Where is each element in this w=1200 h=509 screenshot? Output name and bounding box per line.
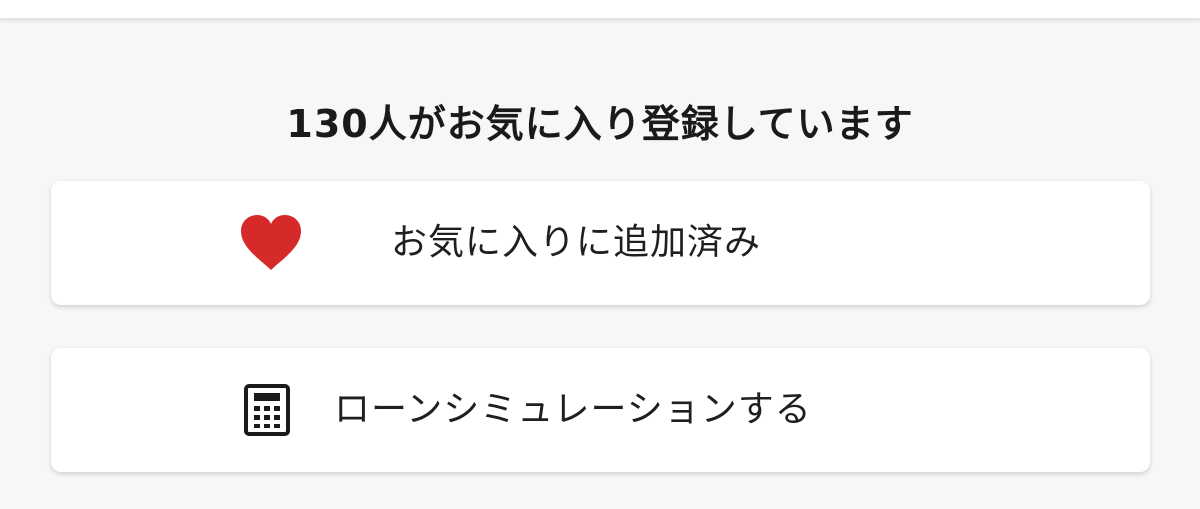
loan-simulation-button[interactable]: ローンシミュレーションする — [51, 348, 1150, 472]
loan-simulation-label: ローンシミュレーションする — [334, 389, 812, 430]
top-bar — [0, 0, 1200, 19]
favorite-count-text: 130人がお気に入り登録しています — [286, 102, 914, 146]
favorite-added-label: お気に入りに追加済み — [391, 222, 762, 263]
heart-icon — [239, 213, 303, 273]
favorite-added-button[interactable]: お気に入りに追加済み — [51, 181, 1150, 305]
calculator-icon — [244, 384, 290, 436]
